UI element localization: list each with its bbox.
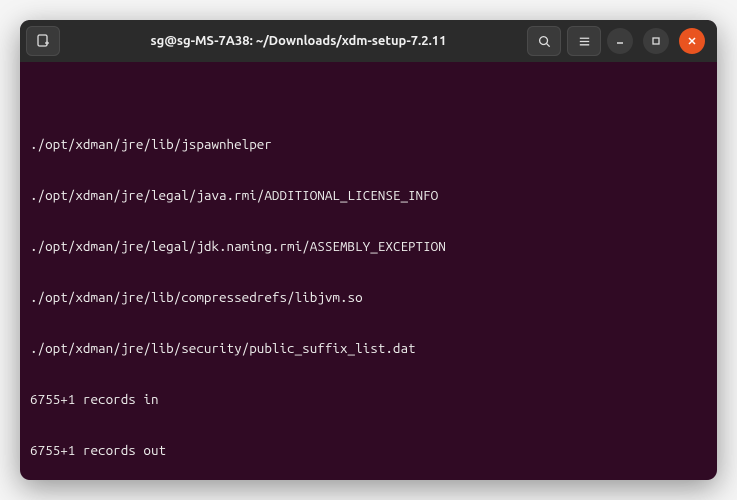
output-line: 6755+1 records out: [30, 442, 707, 459]
search-icon: [537, 34, 552, 49]
search-button[interactable]: [527, 26, 561, 56]
window-title: sg@sg-MS-7A38: ~/Downloads/xdm-setup-7.2…: [76, 34, 521, 48]
maximize-button[interactable]: [643, 28, 669, 54]
minimize-icon: [615, 36, 625, 46]
new-tab-button[interactable]: [26, 26, 60, 56]
hamburger-icon: [577, 34, 592, 49]
output-line: ./opt/xdman/jre/legal/java.rmi/ADDITIONA…: [30, 187, 707, 204]
terminal-window: sg@sg-MS-7A38: ~/Downloads/xdm-setup-7.2…: [20, 20, 717, 480]
minimize-button[interactable]: [607, 28, 633, 54]
output-line: ./opt/xdman/jre/lib/security/public_suff…: [30, 340, 707, 357]
output-line: ./opt/xdman/jre/lib/jspawnhelper: [30, 136, 707, 153]
close-button[interactable]: [679, 28, 705, 54]
terminal-output: ./opt/xdman/jre/lib/jspawnhelper ./opt/x…: [30, 102, 707, 480]
terminal-content[interactable]: ./opt/xdman/jre/lib/jspawnhelper ./opt/x…: [20, 62, 717, 480]
output-line: ./opt/xdman/jre/legal/jdk.naming.rmi/ASS…: [30, 238, 707, 255]
output-line: ./opt/xdman/jre/lib/compressedrefs/libjv…: [30, 289, 707, 306]
titlebar: sg@sg-MS-7A38: ~/Downloads/xdm-setup-7.2…: [20, 20, 717, 62]
maximize-icon: [651, 36, 661, 46]
menu-button[interactable]: [567, 26, 601, 56]
output-line: 6755+1 records in: [30, 391, 707, 408]
new-tab-icon: [35, 33, 51, 49]
close-icon: [687, 36, 697, 46]
